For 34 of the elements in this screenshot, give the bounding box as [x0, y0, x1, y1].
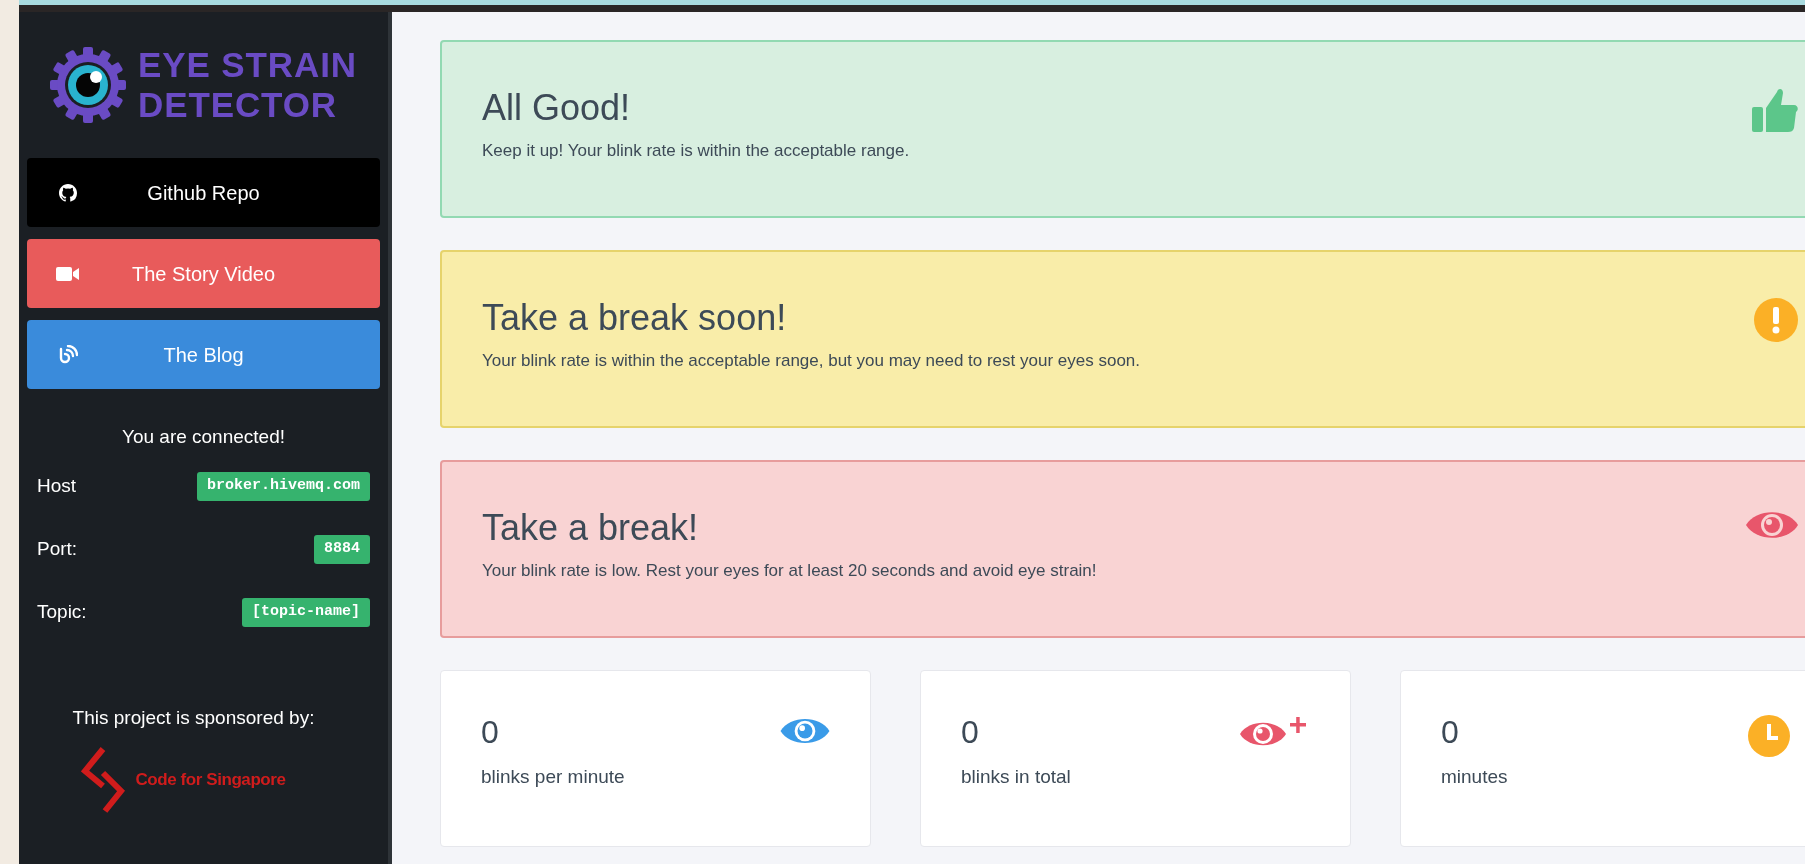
- alert-message: Your blink rate is low. Rest your eyes for at least 20 seconds and avoid eye strain!: [482, 560, 1097, 582]
- stat-label: minutes: [1441, 765, 1508, 789]
- alert-message: Keep it up! Your blink rate is within the acceptable range.: [482, 140, 910, 162]
- clock-icon: [1748, 715, 1790, 757]
- sidebar-link-button[interactable]: The Blog: [27, 320, 380, 389]
- logo-title: DETECTOR: [138, 85, 338, 125]
- sidebar-link-button[interactable]: The Story Video: [27, 239, 380, 308]
- stat-label: blinks in total: [961, 765, 1071, 789]
- field-value-badge: 8884: [314, 535, 370, 564]
- thumbs-up-icon: [1752, 88, 1798, 132]
- stat-value: 0: [961, 713, 980, 751]
- alert-title: Take a break!: [482, 506, 700, 550]
- alert-message: Your blink rate is within the acceptable range, but you may need to rest your eyes soon.: [482, 350, 1141, 372]
- alert-title: All Good!: [482, 86, 632, 130]
- stat-value: 0: [481, 713, 500, 751]
- logo-title: EYE STRAIN: [138, 45, 357, 85]
- connection-status: You are connected!: [120, 425, 286, 449]
- alert-title: Take a break soon!: [482, 296, 788, 340]
- stat-label: blinks per minute: [481, 765, 625, 789]
- exclamation-icon: [1754, 298, 1798, 342]
- eye-gear-logo-icon: [50, 47, 127, 123]
- stat-value: 0: [1441, 713, 1460, 751]
- sponsor-name: Code for Singapore: [135, 769, 286, 792]
- field-label: Topic:: [37, 600, 87, 625]
- field-label: Host: [37, 474, 77, 499]
- sidebar-link-button[interactable]: Github Repo: [27, 158, 380, 227]
- github-icon: [59, 183, 77, 202]
- field-value-badge: [topic-name]: [241, 598, 370, 627]
- sponsor-text: This project is sponsored by:: [71, 705, 316, 730]
- field-value-badge: broker.hivemq.com: [196, 472, 370, 501]
- video-camera-icon: [56, 265, 80, 282]
- rss-icon: [58, 344, 78, 365]
- code-brackets-logo-icon: [81, 746, 128, 814]
- field-label: Port:: [37, 537, 78, 562]
